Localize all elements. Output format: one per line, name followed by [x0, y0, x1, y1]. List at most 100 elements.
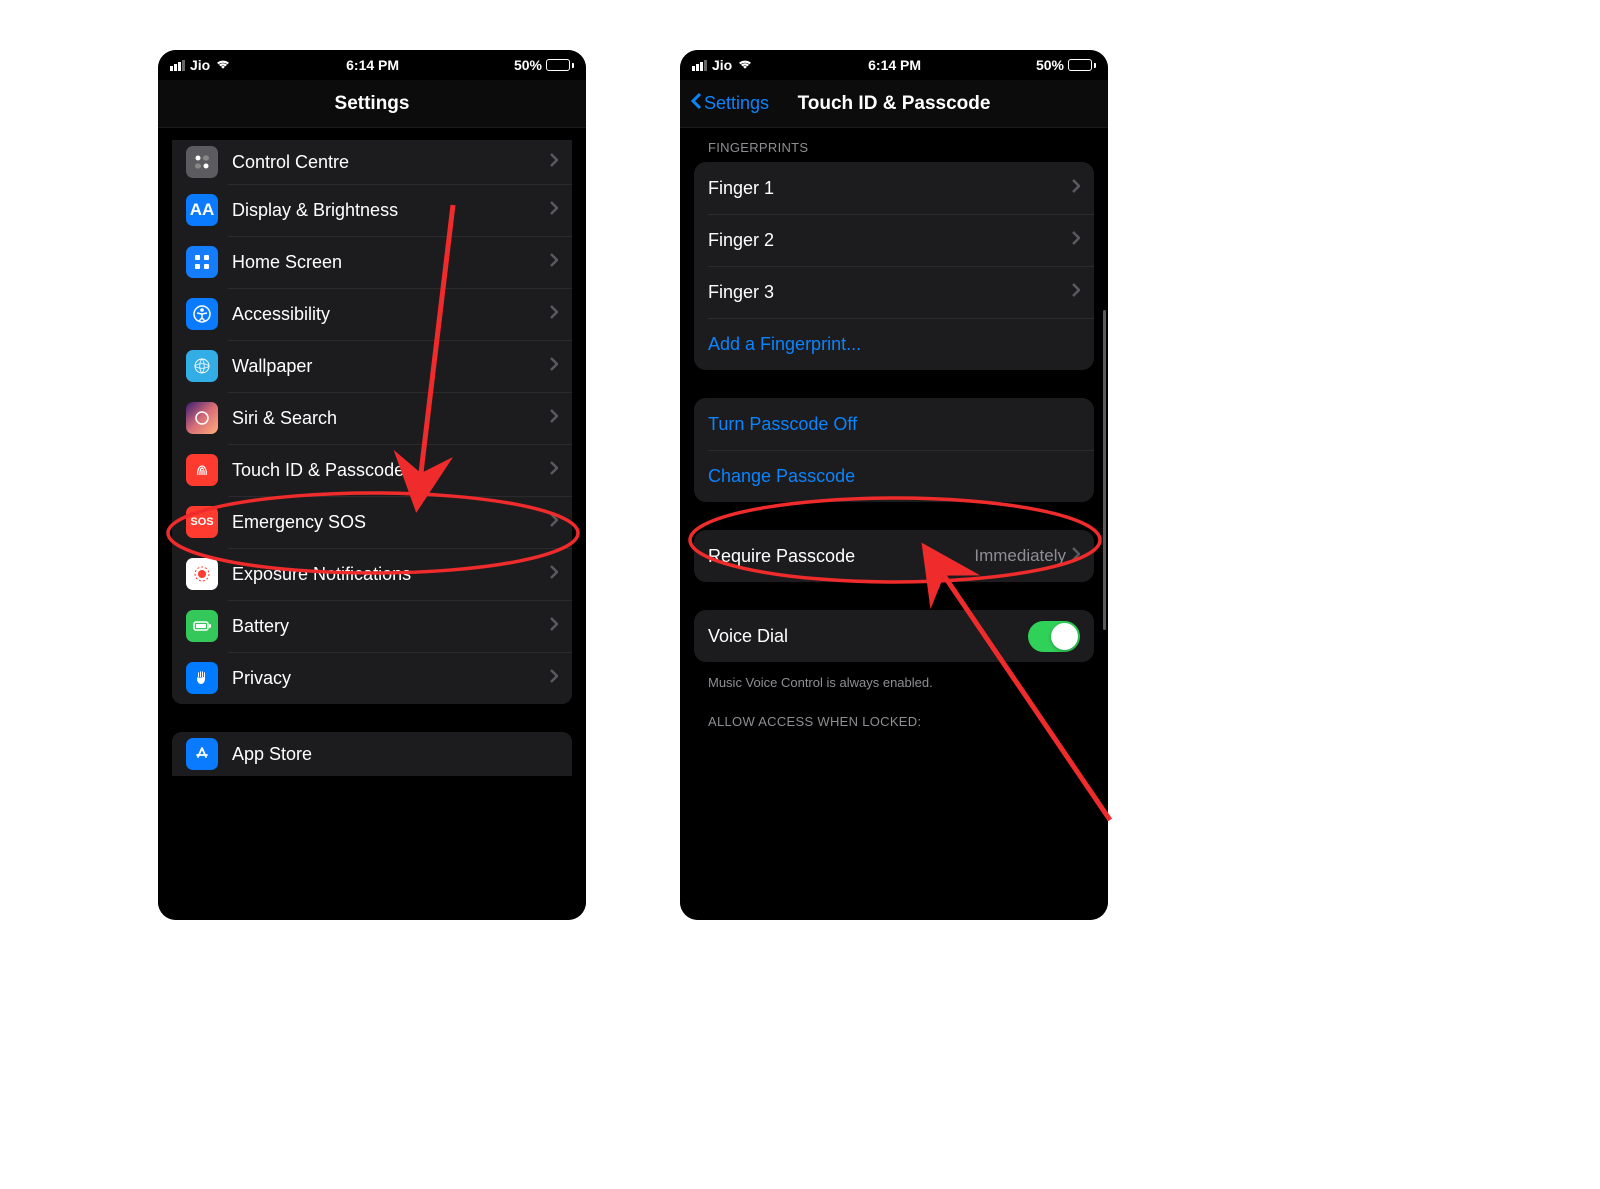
chevron-right-icon [550, 461, 558, 480]
row-privacy[interactable]: Privacy [172, 652, 572, 704]
chevron-right-icon [550, 253, 558, 272]
exposure-icon [186, 558, 218, 590]
chevron-right-icon [550, 669, 558, 688]
row-finger-2[interactable]: Finger 2 [694, 214, 1094, 266]
row-battery[interactable]: Battery [172, 600, 572, 652]
chevron-right-icon [550, 357, 558, 376]
fingerprints-group: Finger 1 Finger 2 Finger 3 Add a Fingerp… [694, 162, 1094, 370]
row-label: App Store [232, 744, 558, 765]
row-siri-search[interactable]: Siri & Search [172, 392, 572, 444]
siri-icon [186, 402, 218, 434]
chevron-right-icon [550, 305, 558, 324]
page-title: Touch ID & Passcode [798, 93, 991, 115]
battery-icon [1068, 59, 1096, 71]
page-title: Settings [335, 93, 410, 115]
back-label: Settings [704, 93, 769, 114]
voice-dial-group: Voice Dial [694, 610, 1094, 662]
row-app-store[interactable]: App Store [172, 732, 572, 776]
chevron-right-icon [1072, 547, 1080, 566]
allow-access-header: ALLOW ACCESS WHEN LOCKED: [680, 694, 1108, 736]
signal-icon [170, 60, 185, 71]
settings-group-1: Control Centre AA Display & Brightness H… [172, 140, 572, 704]
phone-settings: Jio 6:14 PM 50% Settings Control Centre … [158, 50, 586, 920]
nav-header: Settings Touch ID & Passcode [680, 80, 1108, 128]
voice-dial-footer: Music Voice Control is always enabled. [680, 668, 1108, 694]
row-label: Emergency SOS [232, 512, 550, 533]
row-label: Home Screen [232, 252, 550, 273]
row-exposure-notifications[interactable]: Exposure Notifications [172, 548, 572, 600]
row-label: Wallpaper [232, 356, 550, 377]
row-label: Turn Passcode Off [708, 414, 1080, 435]
touch-id-content[interactable]: FINGERPRINTS Finger 1 Finger 2 Finger 3 … [680, 128, 1108, 920]
wifi-icon [737, 57, 753, 73]
row-finger-1[interactable]: Finger 1 [694, 162, 1094, 214]
touch-id-icon [186, 454, 218, 486]
row-change-passcode[interactable]: Change Passcode [694, 450, 1094, 502]
chevron-right-icon [550, 409, 558, 428]
display-icon: AA [186, 194, 218, 226]
status-bar: Jio 6:14 PM 50% [158, 50, 586, 80]
row-touch-id-passcode[interactable]: Touch ID & Passcode [172, 444, 572, 496]
row-label: Finger 2 [708, 230, 1072, 251]
row-label: Finger 1 [708, 178, 1072, 199]
row-label: Finger 3 [708, 282, 1072, 303]
row-label: Add a Fingerprint... [708, 334, 1080, 355]
chevron-right-icon [550, 201, 558, 220]
row-home-screen[interactable]: Home Screen [172, 236, 572, 288]
row-label: Privacy [232, 668, 550, 689]
privacy-icon [186, 662, 218, 694]
row-label: Require Passcode [708, 546, 974, 567]
row-wallpaper[interactable]: Wallpaper [172, 340, 572, 392]
signal-icon [692, 60, 707, 71]
battery-pct: 50% [1036, 57, 1064, 73]
voice-dial-toggle[interactable] [1028, 621, 1080, 652]
settings-group-2: App Store [172, 732, 572, 776]
row-finger-3[interactable]: Finger 3 [694, 266, 1094, 318]
row-control-centre[interactable]: Control Centre [172, 140, 572, 184]
row-label: Control Centre [232, 152, 550, 173]
row-label: Change Passcode [708, 466, 1080, 487]
app-store-icon [186, 738, 218, 770]
nav-header: Settings [158, 80, 586, 128]
scroll-indicator[interactable] [1103, 310, 1106, 630]
passcode-actions-group: Turn Passcode Off Change Passcode [694, 398, 1094, 502]
accessibility-icon [186, 298, 218, 330]
row-value: Immediately [974, 546, 1066, 566]
chevron-right-icon [550, 565, 558, 584]
row-voice-dial: Voice Dial [694, 610, 1094, 662]
status-bar: Jio 6:14 PM 50% [680, 50, 1108, 80]
chevron-left-icon [690, 92, 702, 115]
wallpaper-icon [186, 350, 218, 382]
chevron-right-icon [1072, 179, 1080, 198]
phone-touch-id: Jio 6:14 PM 50% Settings Touch ID & Pass… [680, 50, 1108, 920]
row-label: Accessibility [232, 304, 550, 325]
carrier-label: Jio [712, 57, 732, 73]
row-add-fingerprint[interactable]: Add a Fingerprint... [694, 318, 1094, 370]
row-label: Voice Dial [708, 626, 1028, 647]
settings-list[interactable]: Control Centre AA Display & Brightness H… [158, 128, 586, 920]
row-require-passcode[interactable]: Require Passcode Immediately [694, 530, 1094, 582]
battery-pct: 50% [514, 57, 542, 73]
row-label: Touch ID & Passcode [232, 460, 550, 481]
row-label: Display & Brightness [232, 200, 550, 221]
row-display-brightness[interactable]: AA Display & Brightness [172, 184, 572, 236]
row-accessibility[interactable]: Accessibility [172, 288, 572, 340]
back-button[interactable]: Settings [690, 92, 769, 115]
chevron-right-icon [550, 617, 558, 636]
chevron-right-icon [1072, 283, 1080, 302]
require-passcode-group: Require Passcode Immediately [694, 530, 1094, 582]
sos-icon: SOS [186, 506, 218, 538]
chevron-right-icon [550, 153, 558, 172]
status-time: 6:14 PM [346, 57, 399, 73]
row-emergency-sos[interactable]: SOS Emergency SOS [172, 496, 572, 548]
status-time: 6:14 PM [868, 57, 921, 73]
carrier-label: Jio [190, 57, 210, 73]
fingerprints-header: FINGERPRINTS [680, 128, 1108, 162]
chevron-right-icon [1072, 231, 1080, 250]
battery-settings-icon [186, 610, 218, 642]
row-label: Exposure Notifications [232, 564, 550, 585]
row-turn-passcode-off[interactable]: Turn Passcode Off [694, 398, 1094, 450]
battery-icon [546, 59, 574, 71]
chevron-right-icon [550, 513, 558, 532]
wifi-icon [215, 57, 231, 73]
